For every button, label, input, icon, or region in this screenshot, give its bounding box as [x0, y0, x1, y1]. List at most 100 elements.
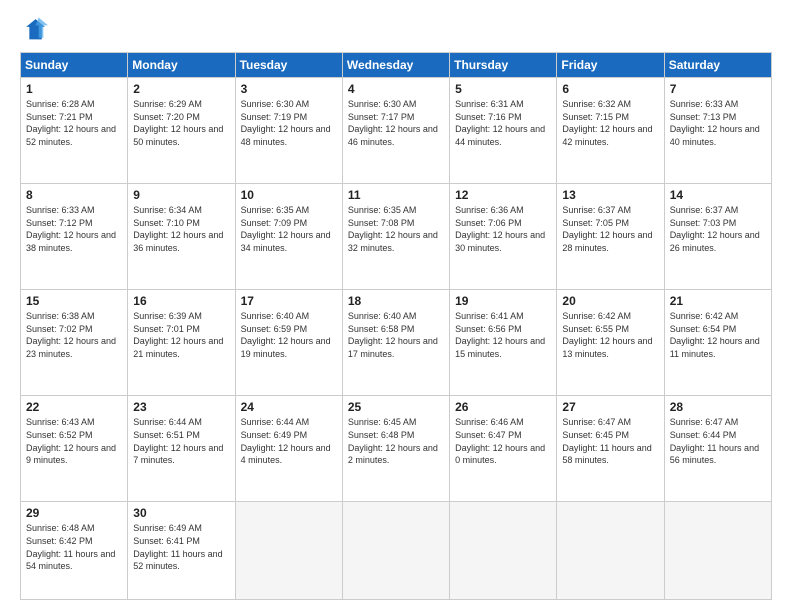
day-info: Sunrise: 6:40 AMSunset: 6:59 PMDaylight:… — [241, 311, 331, 359]
day-number: 3 — [241, 82, 337, 96]
day-number: 7 — [670, 82, 766, 96]
calendar-cell — [235, 502, 342, 600]
calendar-cell: 11Sunrise: 6:35 AMSunset: 7:08 PMDayligh… — [342, 184, 449, 290]
day-number: 14 — [670, 188, 766, 202]
day-info: Sunrise: 6:43 AMSunset: 6:52 PMDaylight:… — [26, 417, 116, 465]
day-info: Sunrise: 6:44 AMSunset: 6:49 PMDaylight:… — [241, 417, 331, 465]
day-number: 27 — [562, 400, 658, 414]
calendar-cell: 14 Sunrise: 6:37 AMSunset: 7:03 PMDayligh… — [664, 184, 771, 290]
day-number: 15 — [26, 294, 122, 308]
calendar-cell: 17 Sunrise: 6:40 AMSunset: 6:59 PMDayligh… — [235, 290, 342, 396]
day-number: 19 — [455, 294, 551, 308]
day-info: Sunrise: 6:34 AMSunset: 7:10 PMDaylight:… — [133, 205, 223, 253]
calendar-cell: 20 Sunrise: 6:42 AMSunset: 6:55 PMDayligh… — [557, 290, 664, 396]
day-number: 1 — [26, 82, 122, 96]
day-info: Sunrise: 6:28 AMSunset: 7:21 PMDaylight:… — [26, 99, 116, 147]
day-info: Sunrise: 6:48 AMSunset: 6:42 PMDaylight:… — [26, 523, 115, 571]
calendar-table: SundayMondayTuesdayWednesdayThursdayFrid… — [20, 52, 772, 600]
calendar-header-row: SundayMondayTuesdayWednesdayThursdayFrid… — [21, 53, 772, 78]
calendar-cell: 16 Sunrise: 6:39 AMSunset: 7:01 PMDayligh… — [128, 290, 235, 396]
day-info: Sunrise: 6:38 AMSunset: 7:02 PMDaylight:… — [26, 311, 116, 359]
day-number: 13 — [562, 188, 658, 202]
day-number: 10 — [241, 188, 337, 202]
day-number: 18 — [348, 294, 444, 308]
calendar-week-3: 15 Sunrise: 6:38 AMSunset: 7:02 PMDayligh… — [21, 290, 772, 396]
day-number: 26 — [455, 400, 551, 414]
day-info: Sunrise: 6:32 AMSunset: 7:15 PMDaylight:… — [562, 99, 652, 147]
calendar-cell: 15 Sunrise: 6:38 AMSunset: 7:02 PMDayligh… — [21, 290, 128, 396]
day-number: 12 — [455, 188, 551, 202]
day-info: Sunrise: 6:42 AMSunset: 6:55 PMDaylight:… — [562, 311, 652, 359]
calendar-cell: 3 Sunrise: 6:30 AMSunset: 7:19 PMDaylight… — [235, 78, 342, 184]
calendar-cell: 4Sunrise: 6:30 AMSunset: 7:17 PMDaylight… — [342, 78, 449, 184]
calendar-cell: 19 Sunrise: 6:41 AMSunset: 6:56 PMDayligh… — [450, 290, 557, 396]
calendar-cell: 2 Sunrise: 6:29 AMSunset: 7:20 PMDaylight… — [128, 78, 235, 184]
day-info: Sunrise: 6:44 AMSunset: 6:51 PMDaylight:… — [133, 417, 223, 465]
day-number: 23 — [133, 400, 229, 414]
day-info: Sunrise: 6:47 AMSunset: 6:45 PMDaylight:… — [562, 417, 651, 465]
calendar-cell: 7 Sunrise: 6:33 AMSunset: 7:13 PMDaylight… — [664, 78, 771, 184]
day-number: 2 — [133, 82, 229, 96]
calendar-cell: 18Sunrise: 6:40 AMSunset: 6:58 PMDayligh… — [342, 290, 449, 396]
calendar-cell: 28 Sunrise: 6:47 AMSunset: 6:44 PMDayligh… — [664, 396, 771, 502]
day-number: 24 — [241, 400, 337, 414]
day-info: Sunrise: 6:29 AMSunset: 7:20 PMDaylight:… — [133, 99, 223, 147]
day-info: Sunrise: 6:37 AMSunset: 7:03 PMDaylight:… — [670, 205, 760, 253]
calendar-cell: 8 Sunrise: 6:33 AMSunset: 7:12 PMDaylight… — [21, 184, 128, 290]
day-info: Sunrise: 6:33 AMSunset: 7:13 PMDaylight:… — [670, 99, 760, 147]
calendar-header-tuesday: Tuesday — [235, 53, 342, 78]
calendar-cell — [664, 502, 771, 600]
day-number: 6 — [562, 82, 658, 96]
calendar-cell: 22 Sunrise: 6:43 AMSunset: 6:52 PMDayligh… — [21, 396, 128, 502]
day-number: 16 — [133, 294, 229, 308]
page: SundayMondayTuesdayWednesdayThursdayFrid… — [0, 0, 792, 612]
day-info: Sunrise: 6:35 AMSunset: 7:09 PMDaylight:… — [241, 205, 331, 253]
calendar-header-friday: Friday — [557, 53, 664, 78]
day-number: 5 — [455, 82, 551, 96]
calendar-cell: 6 Sunrise: 6:32 AMSunset: 7:15 PMDaylight… — [557, 78, 664, 184]
day-info: Sunrise: 6:35 AMSunset: 7:08 PMDaylight:… — [348, 205, 438, 253]
calendar-cell: 12 Sunrise: 6:36 AMSunset: 7:06 PMDayligh… — [450, 184, 557, 290]
calendar-cell: 9Sunrise: 6:34 AMSunset: 7:10 PMDaylight… — [128, 184, 235, 290]
day-info: Sunrise: 6:31 AMSunset: 7:16 PMDaylight:… — [455, 99, 545, 147]
day-info: Sunrise: 6:47 AMSunset: 6:44 PMDaylight:… — [670, 417, 759, 465]
day-number: 29 — [26, 506, 122, 520]
calendar-cell: 27 Sunrise: 6:47 AMSunset: 6:45 PMDayligh… — [557, 396, 664, 502]
calendar-header-monday: Monday — [128, 53, 235, 78]
calendar-week-5: 29 Sunrise: 6:48 AMSunset: 6:42 PMDayligh… — [21, 502, 772, 600]
day-info: Sunrise: 6:30 AMSunset: 7:19 PMDaylight:… — [241, 99, 331, 147]
calendar-header-sunday: Sunday — [21, 53, 128, 78]
header — [20, 16, 772, 44]
calendar-header-thursday: Thursday — [450, 53, 557, 78]
calendar-cell: 25Sunrise: 6:45 AMSunset: 6:48 PMDayligh… — [342, 396, 449, 502]
day-number: 30 — [133, 506, 229, 520]
day-info: Sunrise: 6:33 AMSunset: 7:12 PMDaylight:… — [26, 205, 116, 253]
logo-icon — [20, 16, 48, 44]
day-info: Sunrise: 6:49 AMSunset: 6:41 PMDaylight:… — [133, 523, 222, 571]
calendar-body: 1 Sunrise: 6:28 AMSunset: 7:21 PMDaylight… — [21, 78, 772, 600]
calendar-cell — [342, 502, 449, 600]
calendar-cell — [557, 502, 664, 600]
calendar-week-1: 1 Sunrise: 6:28 AMSunset: 7:21 PMDaylight… — [21, 78, 772, 184]
calendar-header-wednesday: Wednesday — [342, 53, 449, 78]
day-number: 20 — [562, 294, 658, 308]
day-info: Sunrise: 6:46 AMSunset: 6:47 PMDaylight:… — [455, 417, 545, 465]
day-number: 22 — [26, 400, 122, 414]
day-info: Sunrise: 6:39 AMSunset: 7:01 PMDaylight:… — [133, 311, 223, 359]
day-info: Sunrise: 6:37 AMSunset: 7:05 PMDaylight:… — [562, 205, 652, 253]
logo — [20, 16, 52, 44]
calendar-cell: 21Sunrise: 6:42 AMSunset: 6:54 PMDayligh… — [664, 290, 771, 396]
calendar-cell: 5 Sunrise: 6:31 AMSunset: 7:16 PMDaylight… — [450, 78, 557, 184]
calendar-header-saturday: Saturday — [664, 53, 771, 78]
day-number: 17 — [241, 294, 337, 308]
day-info: Sunrise: 6:36 AMSunset: 7:06 PMDaylight:… — [455, 205, 545, 253]
calendar-cell: 29 Sunrise: 6:48 AMSunset: 6:42 PMDayligh… — [21, 502, 128, 600]
calendar-cell: 13 Sunrise: 6:37 AMSunset: 7:05 PMDayligh… — [557, 184, 664, 290]
calendar-cell: 24 Sunrise: 6:44 AMSunset: 6:49 PMDayligh… — [235, 396, 342, 502]
calendar-cell: 23 Sunrise: 6:44 AMSunset: 6:51 PMDayligh… — [128, 396, 235, 502]
day-number: 8 — [26, 188, 122, 202]
day-number: 28 — [670, 400, 766, 414]
day-info: Sunrise: 6:41 AMSunset: 6:56 PMDaylight:… — [455, 311, 545, 359]
calendar-week-4: 22 Sunrise: 6:43 AMSunset: 6:52 PMDayligh… — [21, 396, 772, 502]
day-number: 25 — [348, 400, 444, 414]
